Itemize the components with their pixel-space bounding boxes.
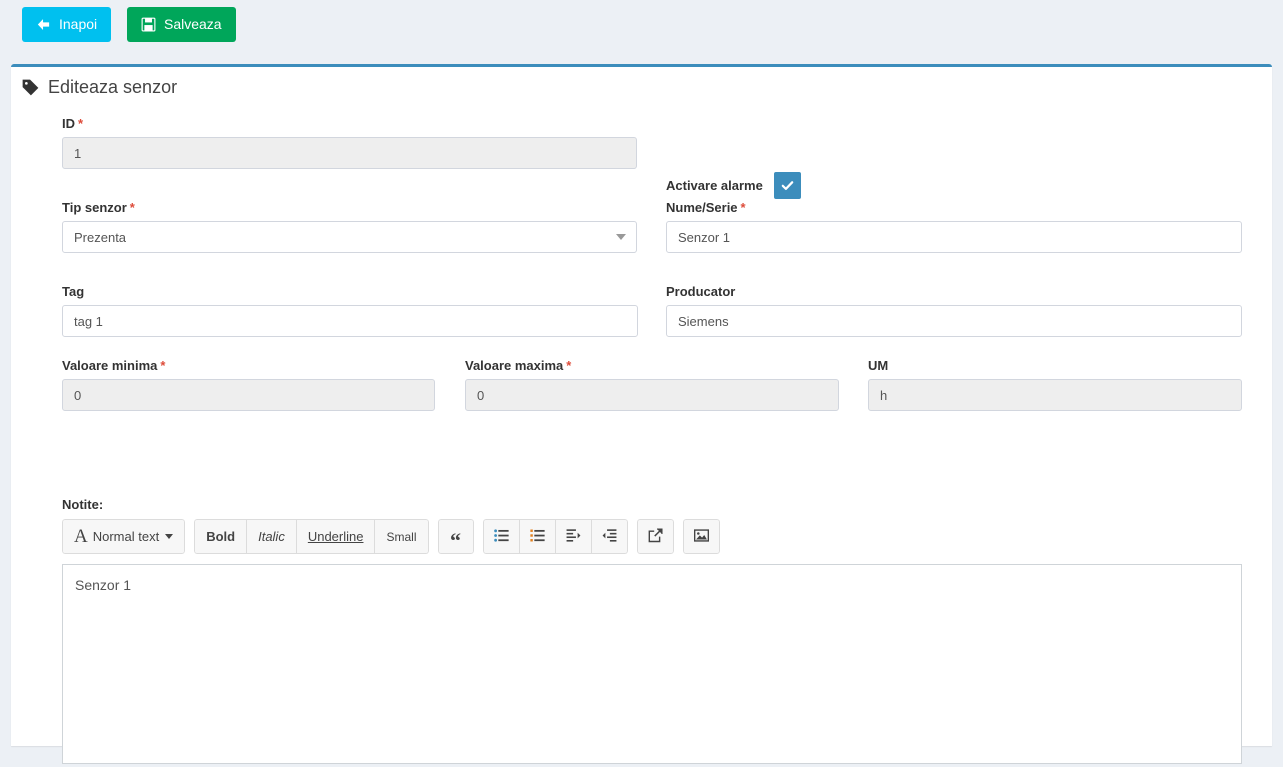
field-name-serial-label: Nume/Serie * [666,200,746,215]
field-tag: Tag [62,284,638,337]
field-min-value-label: Valoare minima * [62,358,166,373]
blockquote-button[interactable]: “ [437,519,474,554]
manufacturer-input[interactable] [666,305,1242,337]
indent-right-icon [566,528,581,546]
field-max-value-label: Valoare maxima * [465,358,572,373]
list-group [482,519,628,554]
indent-left-button[interactable] [591,519,628,554]
ordered-list-button[interactable] [519,519,556,554]
blockquote-group: “ [437,519,474,554]
italic-button[interactable]: Italic [247,519,297,554]
insert-link-icon [648,527,663,546]
underline-button[interactable]: Underline [296,519,376,554]
min-value-input[interactable] [62,379,435,411]
page-title: Editeaza senzor [22,77,177,98]
link-group [636,519,674,554]
unordered-list-icon [493,528,509,546]
field-name-serial: Nume/Serie * [666,200,1242,253]
field-tag-label: Tag [62,284,85,299]
tag-input[interactable] [62,305,638,337]
ordered-list-icon [529,528,545,546]
required-marker: * [78,116,84,131]
font-size-icon: A [74,526,88,547]
image-group [682,519,720,554]
text-style-label: Normal text [92,529,160,544]
back-button[interactable]: Inapoi [22,7,112,42]
indent-right-button[interactable] [555,519,592,554]
max-value-input[interactable] [465,379,839,411]
small-button[interactable]: Small [375,519,429,554]
field-min-value: Valoare minima * [62,358,435,411]
field-sensor-type-label: Tip senzor * [62,200,135,215]
id-input[interactable] [62,137,637,169]
save-button-label: Salveaza [164,16,222,32]
unordered-list-button[interactable] [482,519,520,554]
chevron-down-icon [165,534,174,539]
bold-button[interactable]: Bold [194,519,248,554]
sensor-type-select-wrap [62,221,637,253]
field-um: UM [868,358,1242,411]
alarms-checkbox-row: Activare alarme [666,172,801,199]
field-um-label: UM [868,358,889,373]
indent-left-icon [602,528,617,546]
alarms-checkbox[interactable] [773,172,801,199]
blockquote-icon: “ [450,527,461,553]
editor-toolbar: A Normal text Bold Italic Underline Smal… [62,519,720,554]
page-title-text: Editeaza senzor [48,77,178,97]
field-id-label: ID * [62,116,84,131]
field-sensor-type: Tip senzor * [62,200,637,253]
text-style-dropdown[interactable]: A Normal text [62,519,186,554]
field-manufacturer-label: Producator [666,284,736,299]
field-manufacturer: Producator [666,284,1242,337]
tag-icon [22,79,39,96]
back-button-label: Inapoi [59,16,98,32]
sensor-type-select[interactable] [62,221,637,253]
field-max-value: Valoare maxima * [465,358,839,411]
insert-image-icon [693,528,709,546]
notes-editor[interactable]: Senzor 1 [62,564,1242,764]
edit-sensor-panel: Editeaza senzor ID* Activare alarme Tip … [11,64,1272,764]
um-input[interactable] [868,379,1242,411]
action-toolbar: Inapoi Salveaza [0,0,1283,57]
insert-link-button[interactable] [636,519,674,554]
notes-label: Notite: [62,497,104,512]
alarms-label: Activare alarme [666,178,763,193]
arrow-left-icon [36,17,51,32]
format-group: Bold Italic Underline Small [194,519,429,554]
field-id: ID * [62,116,637,169]
text-style-group: A Normal text [62,519,186,554]
insert-image-button[interactable] [682,519,720,554]
floppy-disk-icon [141,17,156,32]
name-serial-input[interactable] [666,221,1242,253]
save-button[interactable]: Salveaza [127,7,236,42]
